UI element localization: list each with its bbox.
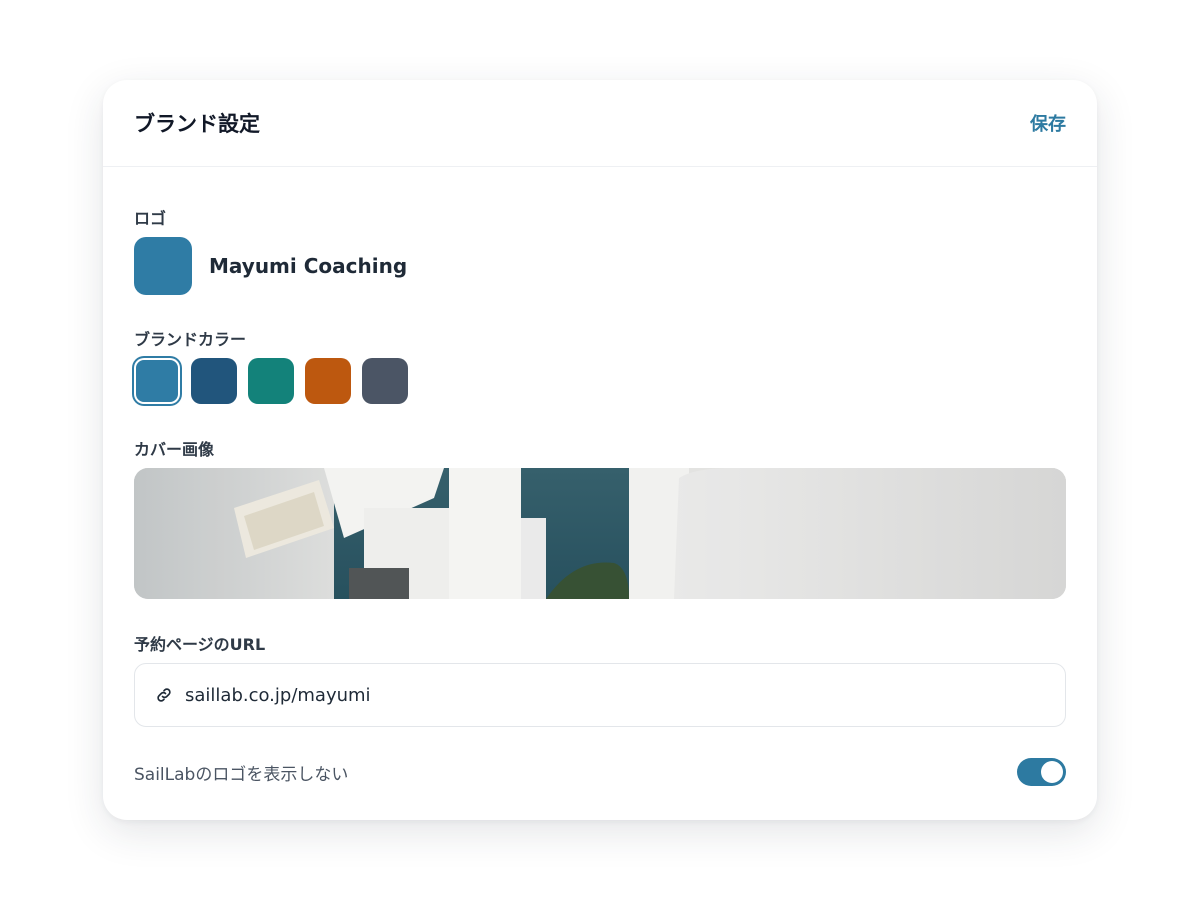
color-swatch-4[interactable] [305, 358, 351, 404]
brand-color-label: ブランドカラー [134, 330, 247, 349]
color-swatch-3[interactable] [248, 358, 294, 404]
cover-image-label: カバー画像 [134, 440, 215, 459]
brand-settings-card: ブランド設定 保存 ロゴ Mayumi Coaching ブランドカラー カバー… [103, 80, 1097, 820]
hide-logo-row: SailLabのロゴを表示しない [134, 756, 1066, 788]
color-swatch-5[interactable] [362, 358, 408, 404]
logo-image[interactable] [134, 237, 192, 295]
logo-row: Mayumi Coaching [134, 237, 407, 295]
brand-name: Mayumi Coaching [209, 254, 408, 278]
card-header: ブランド設定 保存 [103, 80, 1097, 167]
color-swatch-2[interactable] [191, 358, 237, 404]
color-swatch-1[interactable] [134, 358, 180, 404]
link-icon [155, 686, 173, 704]
hide-logo-label: SailLabのロゴを表示しない [134, 764, 349, 785]
booking-url-label: 予約ページのURL [134, 635, 266, 654]
logo-label: ロゴ [134, 209, 167, 228]
booking-url-field[interactable]: saillab.co.jp/mayumi [134, 663, 1066, 727]
save-button[interactable]: 保存 [1030, 106, 1066, 140]
booking-url-value: saillab.co.jp/mayumi [185, 684, 371, 706]
cover-image[interactable] [134, 468, 1066, 599]
brand-color-swatches [134, 358, 408, 404]
toggle-knob [1041, 761, 1063, 783]
cover-photo-illustration [134, 468, 1066, 599]
hide-logo-toggle[interactable] [1017, 758, 1066, 786]
page-title: ブランド設定 [134, 112, 260, 136]
